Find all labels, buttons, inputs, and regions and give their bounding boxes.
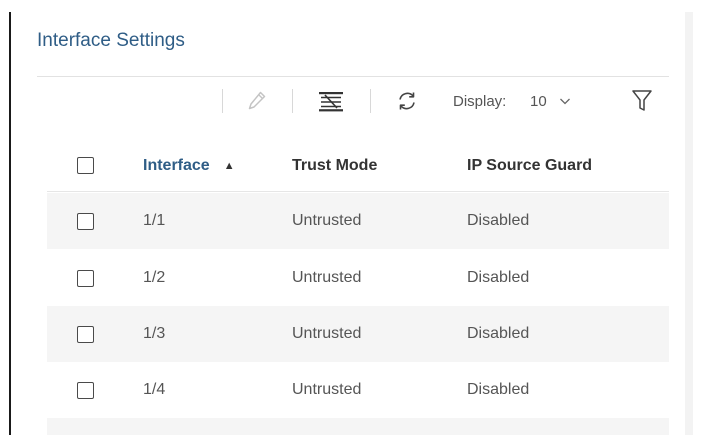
row-checkbox[interactable] — [77, 381, 94, 399]
table-row[interactable]: 1/1 Untrusted Disabled — [47, 193, 669, 249]
display-label: Display: — [453, 93, 507, 110]
edit-button[interactable] — [243, 86, 271, 116]
column-header-trust-mode[interactable]: Trust Mode — [292, 140, 377, 191]
cell-interface: 1/1 — [143, 212, 166, 229]
cell-interface: 1/2 — [143, 269, 166, 286]
row-select-cell — [77, 193, 94, 249]
display-count-select[interactable]: 10 — [530, 93, 547, 110]
cut-off-heading — [0, 0, 704, 12]
row-select-cell — [77, 362, 94, 418]
row-select-cell — [77, 250, 94, 306]
row-checkbox[interactable] — [77, 212, 94, 230]
cell-ip-source-guard: Disabled — [467, 325, 530, 342]
cell-trust-mode: Untrusted — [292, 212, 362, 229]
cell-ip-source-guard: Disabled — [467, 212, 530, 229]
row-select-cell — [77, 306, 94, 362]
column-header-interface-label: Interface — [143, 156, 210, 174]
refresh-icon — [399, 92, 415, 110]
cell-ip-source-guard: Disabled — [467, 381, 530, 398]
cell-trust-mode: Untrusted — [292, 381, 362, 398]
title-divider — [37, 76, 669, 77]
cell-trust-mode: Untrusted — [292, 325, 362, 342]
toolbar-separator — [370, 89, 371, 113]
chevron-down-icon[interactable] — [558, 94, 572, 113]
cell-ip-source-guard: Disabled — [467, 269, 530, 286]
cell-trust-mode: Untrusted — [292, 269, 362, 286]
column-header-ip-source-guard[interactable]: IP Source Guard — [467, 140, 592, 191]
table-header-row: Interface ▲ Trust Mode IP Source Guard — [47, 140, 669, 192]
table-row[interactable]: 1/2 Untrusted Disabled — [47, 250, 669, 306]
table-row[interactable]: 1/4 Untrusted Disabled — [47, 362, 669, 418]
column-settings-icon — [319, 92, 343, 112]
pencil-icon — [248, 91, 266, 110]
toolbar-separator — [292, 89, 293, 113]
table-row[interactable] — [47, 418, 669, 435]
column-settings-button[interactable] — [314, 86, 348, 116]
table-toolbar: Display: 10 — [37, 86, 669, 116]
sort-ascending-icon[interactable]: ▲ — [224, 160, 235, 172]
refresh-button[interactable] — [392, 86, 422, 116]
cell-interface: 1/3 — [143, 325, 166, 342]
column-header-interface[interactable]: Interface ▲ — [143, 140, 235, 191]
toolbar-separator — [222, 89, 223, 113]
select-all-checkbox[interactable] — [77, 157, 94, 174]
row-checkbox[interactable] — [77, 325, 94, 343]
scrollbar-track[interactable] — [685, 12, 693, 435]
filter-icon[interactable] — [631, 89, 653, 118]
select-all-cell — [77, 140, 94, 191]
cell-interface: 1/4 — [143, 381, 166, 398]
row-checkbox[interactable] — [77, 269, 94, 287]
panel-title: Interface Settings — [37, 30, 185, 51]
table-row[interactable]: 1/3 Untrusted Disabled — [47, 306, 669, 362]
